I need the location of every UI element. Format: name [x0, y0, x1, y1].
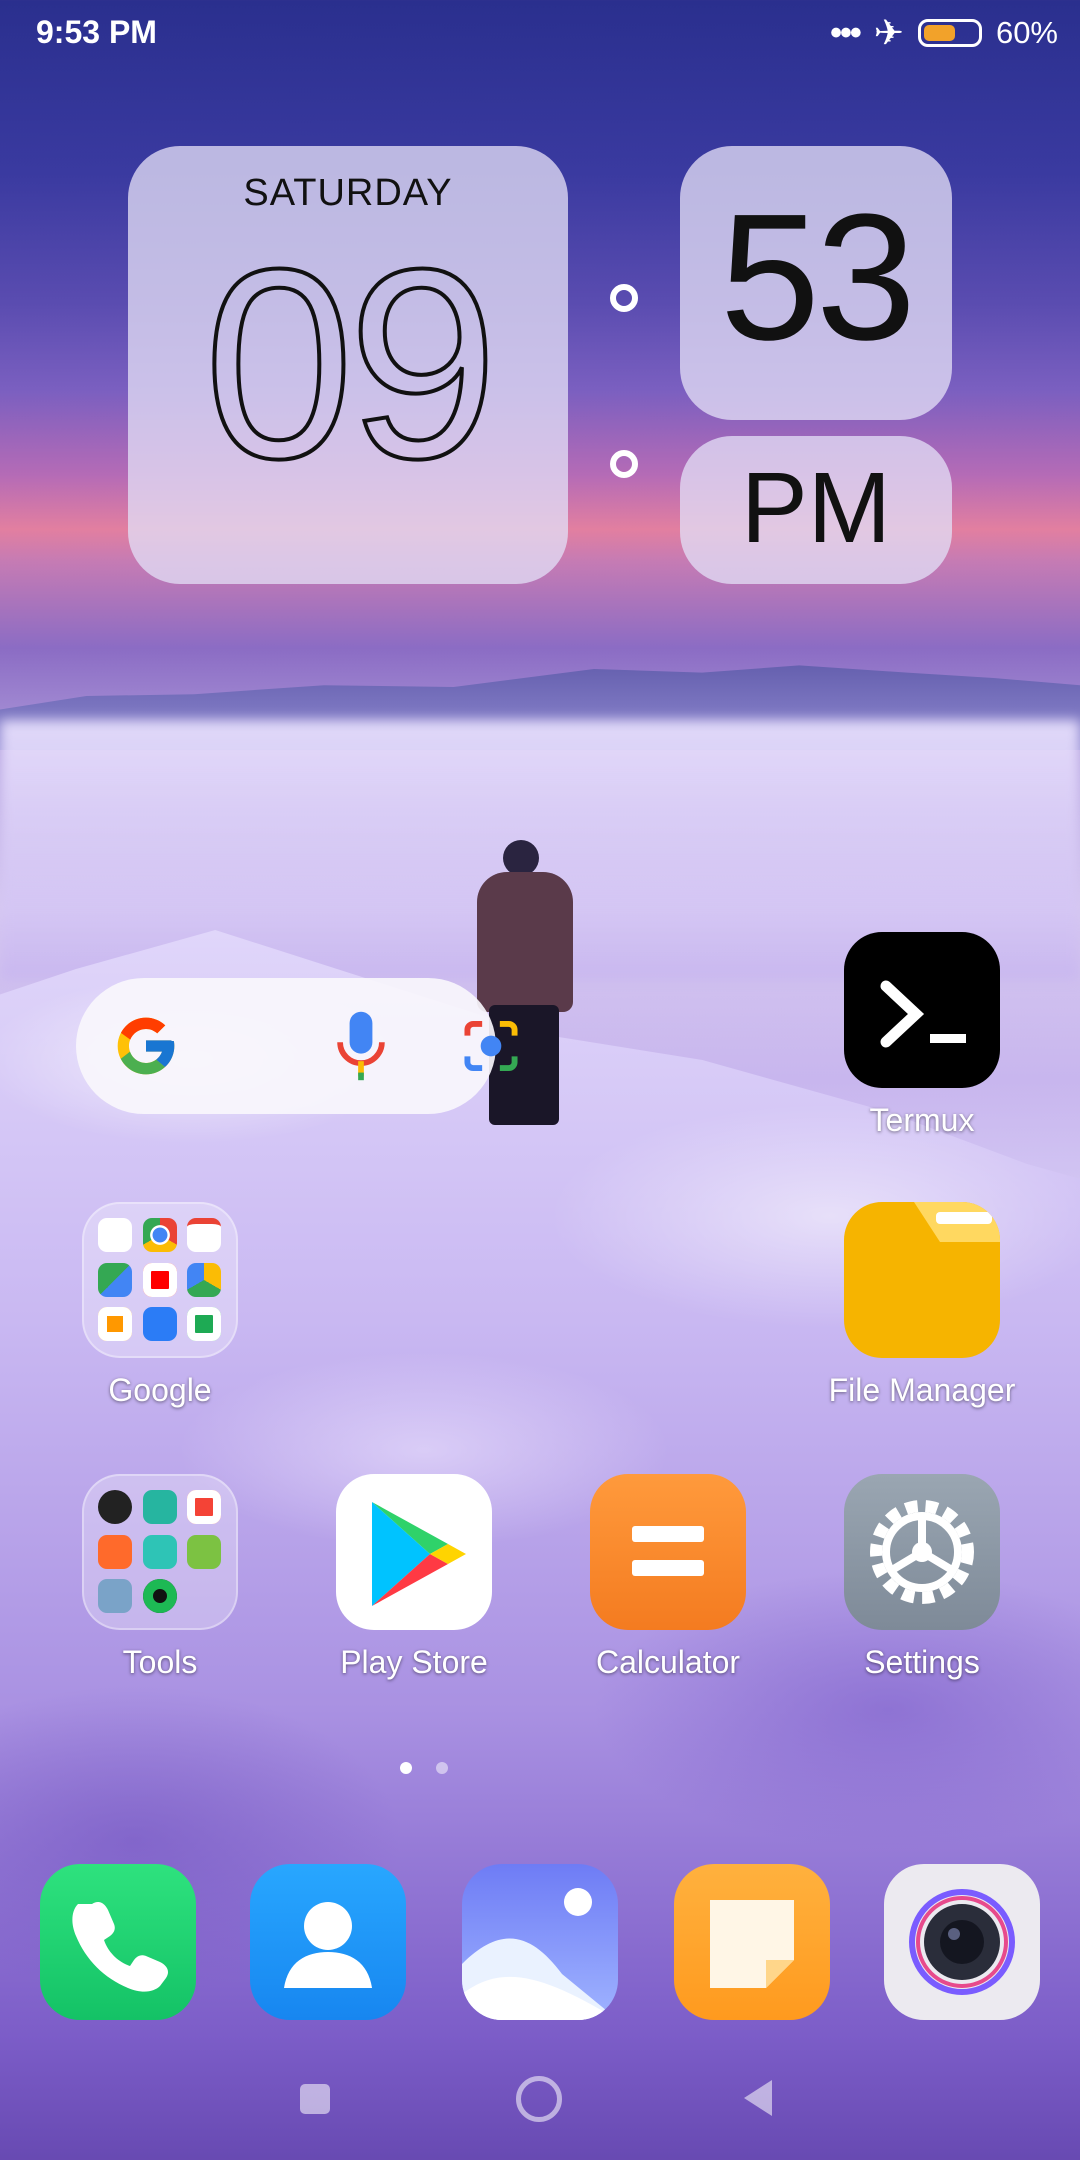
fm-radio-icon — [142, 1490, 177, 1524]
youtube-icon — [142, 1262, 177, 1297]
page-indicator[interactable] — [400, 1762, 448, 1774]
play-store-icon — [336, 1474, 492, 1630]
clock-colon-dot — [610, 284, 638, 312]
page-dot-active — [400, 1762, 412, 1774]
clock-widget-hour-card[interactable]: SATURDAY 09 — [128, 146, 568, 584]
status-icons: ••• ✈ 60% — [830, 12, 1058, 54]
screen-recorder-icon — [98, 1534, 132, 1569]
home-button[interactable] — [516, 2076, 562, 2122]
app-calculator[interactable]: Calculator — [558, 1474, 778, 1681]
app-settings[interactable]: Settings — [812, 1474, 1032, 1681]
chrome-icon — [142, 1218, 177, 1252]
play-music-icon — [98, 1307, 132, 1342]
contacts-icon — [284, 1902, 372, 1988]
page-dot — [436, 1762, 448, 1774]
app-label: Tools — [122, 1644, 198, 1680]
back-button[interactable] — [744, 2080, 772, 2116]
gallery-icon — [462, 1888, 618, 2020]
clock-hour: 09 — [202, 214, 500, 515]
google-icon — [98, 1218, 132, 1252]
app-label: Termux — [869, 1102, 975, 1138]
folder-tools[interactable]: Tools — [50, 1474, 270, 1681]
gmail-icon — [187, 1218, 222, 1252]
lens-camera-icon[interactable] — [461, 1018, 521, 1074]
status-time: 9:53 PM — [36, 14, 157, 50]
duo-icon — [142, 1307, 177, 1342]
clock-day-name: SATURDAY — [243, 172, 453, 214]
clock-widget-minute-card[interactable]: 53 — [680, 146, 952, 420]
airplane-mode-icon: ✈ — [873, 12, 904, 53]
compass-icon — [98, 1579, 132, 1614]
drive-icon — [187, 1262, 222, 1297]
phone-icon — [72, 1902, 168, 1992]
scanner-icon — [142, 1534, 177, 1569]
dock-camera[interactable] — [884, 1864, 1040, 2020]
clock-widget-ampm-card[interactable]: PM — [680, 436, 952, 584]
clock-icon — [98, 1490, 132, 1524]
calculator-icon — [590, 1474, 746, 1630]
terminal-icon — [844, 932, 1000, 1088]
recorder-icon — [187, 1490, 222, 1524]
status-bar: 9:53 PM ••• ✈ 60% — [0, 0, 1080, 68]
gear-icon — [844, 1474, 1000, 1630]
app-label: Google — [108, 1372, 212, 1408]
wallpaper-person — [465, 840, 585, 1130]
spotify-icon — [142, 1579, 177, 1614]
battery-icon — [917, 19, 982, 47]
app-label: Settings — [864, 1644, 980, 1680]
app-label: Calculator — [595, 1644, 741, 1680]
notes-icon — [710, 1900, 794, 1988]
clock-minute: 53 — [719, 177, 916, 378]
app-file-manager[interactable]: File Manager — [812, 1202, 1032, 1409]
folder-file-icon — [844, 1202, 1000, 1358]
clock-ampm: PM — [741, 452, 891, 564]
downloads-icon — [187, 1534, 222, 1569]
recents-button[interactable] — [300, 2084, 330, 2114]
app-termux[interactable]: Termux — [812, 932, 1032, 1139]
folder-google[interactable]: Google — [50, 1202, 270, 1409]
dock-notes[interactable] — [674, 1864, 830, 2020]
google-search-widget[interactable] — [76, 978, 518, 1114]
maps-icon — [98, 1262, 132, 1297]
dock-gallery[interactable] — [462, 1864, 618, 2020]
navigation-bar — [0, 2060, 1080, 2160]
clock-colon-dot — [610, 450, 638, 478]
play-movies-icon — [187, 1307, 222, 1342]
camera-icon — [909, 1889, 1015, 1995]
dock-contacts[interactable] — [250, 1864, 406, 2020]
battery-percent: 60% — [995, 15, 1058, 50]
more-notifications-icon: ••• — [830, 13, 862, 52]
dock-phone[interactable] — [40, 1864, 196, 2020]
mic-icon[interactable] — [331, 1008, 391, 1084]
app-label: Play Store — [340, 1644, 488, 1680]
folder-icon — [82, 1202, 238, 1358]
google-g-icon[interactable] — [112, 1012, 180, 1080]
app-label: File Manager — [828, 1372, 1016, 1408]
app-play-store[interactable]: Play Store — [304, 1474, 524, 1681]
folder-icon — [82, 1474, 238, 1630]
